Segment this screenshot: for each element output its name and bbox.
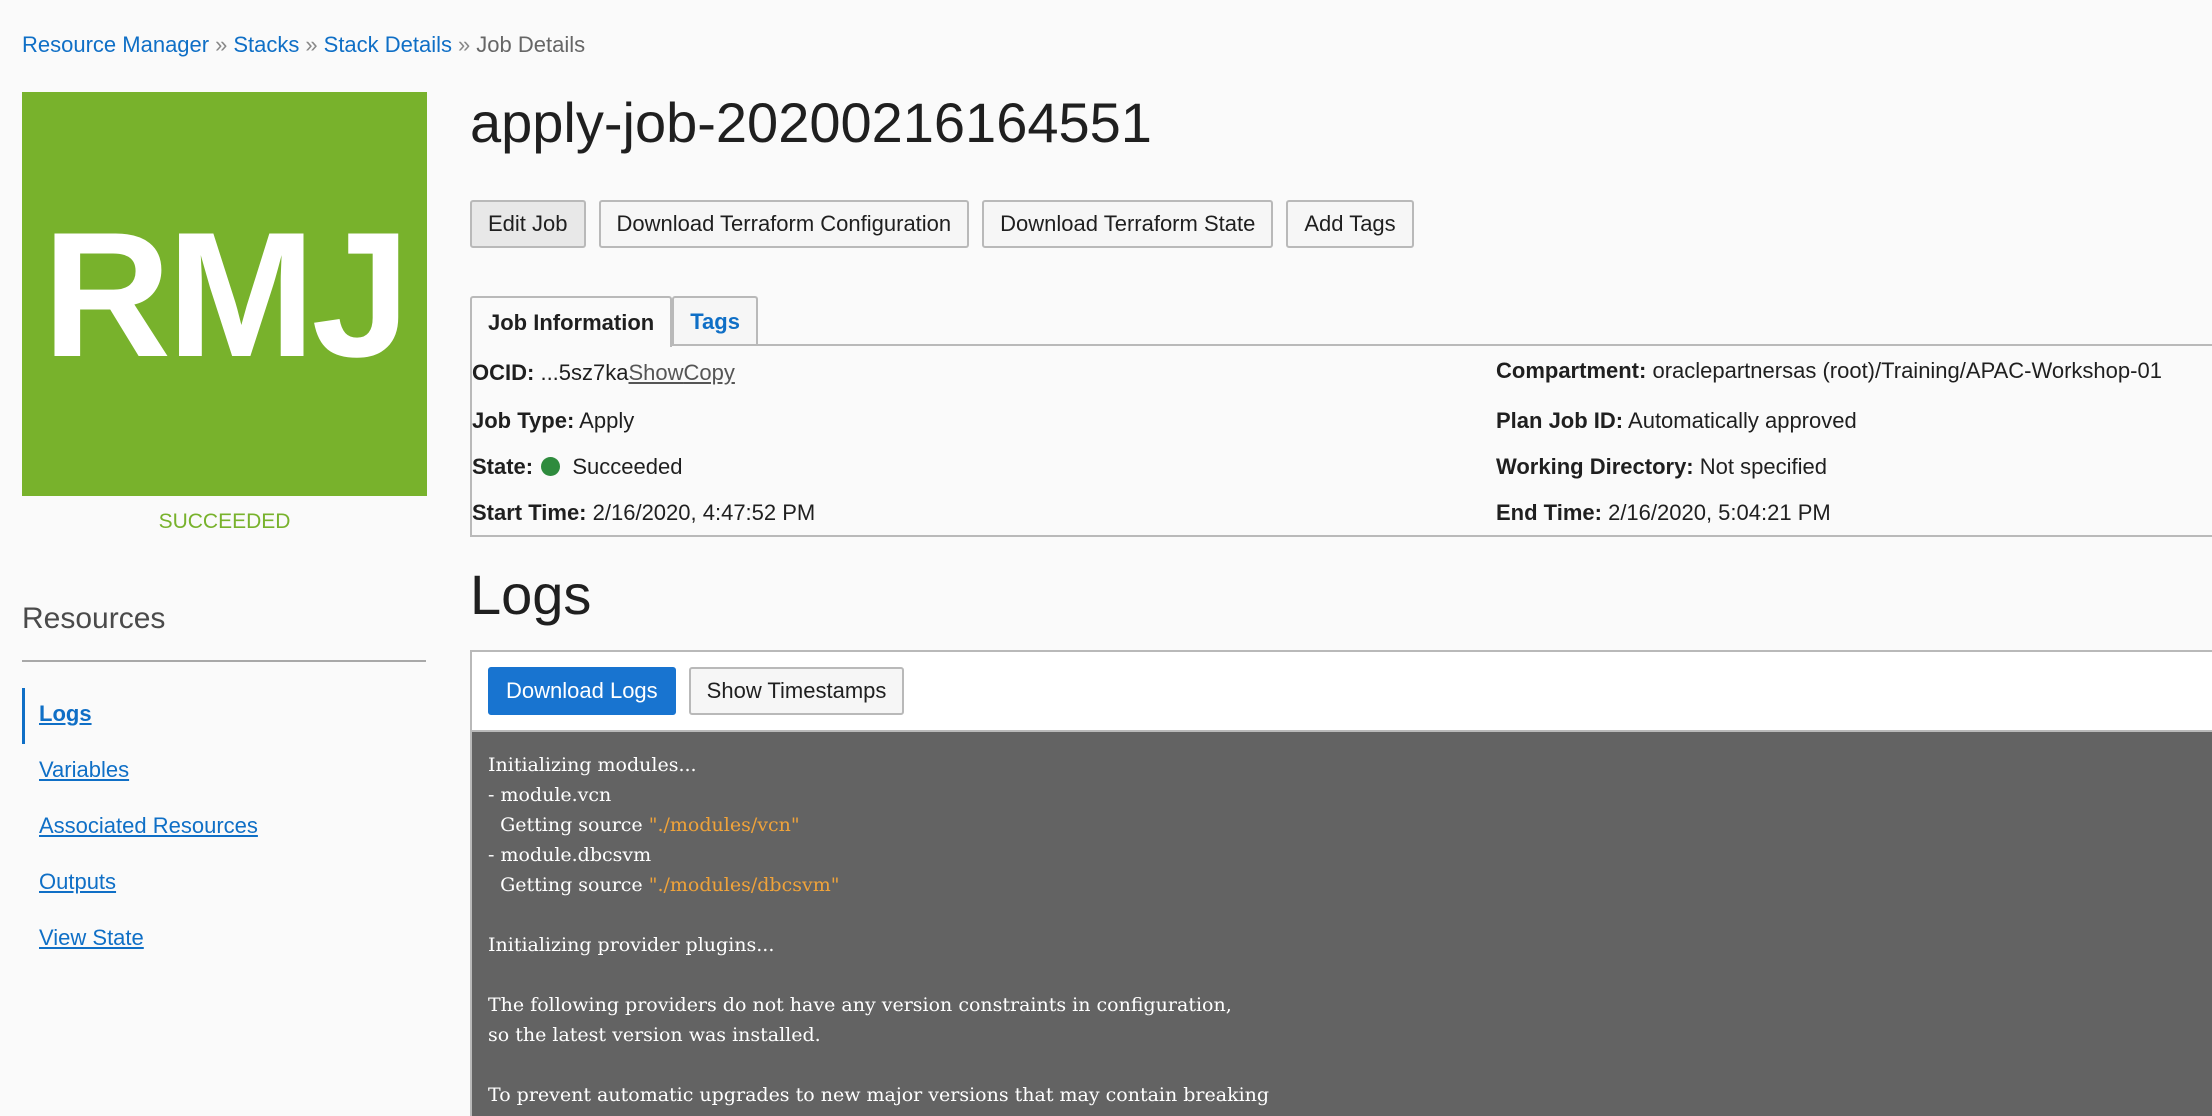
log-line: - module.dbcsvm xyxy=(488,840,2196,870)
log-line-text: To prevent automatic upgrades to new maj… xyxy=(488,1084,1270,1106)
job-type-row: Job Type: Apply xyxy=(472,408,634,434)
job-details-page: Resource Manager» Stacks» Stack Details» Jo… xyxy=(0,0,2212,1116)
log-line-text xyxy=(488,904,494,926)
log-line: Getting source "./modules/dbcsvm" xyxy=(488,870,2196,900)
logs-panel: Download Logs Show Timestamps Initializi… xyxy=(470,650,2212,1116)
plan-job-label: Plan Job ID: xyxy=(1496,408,1624,433)
working-directory-row: Working Directory: Not specified xyxy=(1496,454,1827,480)
breadcrumb-current: Job Details xyxy=(476,32,586,57)
resources-item-variables[interactable]: Variables xyxy=(22,744,426,800)
log-line: Initializing modules... xyxy=(488,750,2196,780)
log-line-text: Initializing modules... xyxy=(488,754,697,776)
compartment-row: Compartment: oraclepartnersas (root)/Tra… xyxy=(1496,358,2162,384)
ocid-copy-link[interactable]: Copy xyxy=(684,360,735,385)
working-directory-value: Not specified xyxy=(1699,454,1827,479)
compartment-label: Compartment: xyxy=(1496,358,1647,383)
resources-nav: Logs Variables Associated Resources Outp… xyxy=(22,688,426,968)
job-tabs: Job Information Tags xyxy=(470,296,758,347)
log-line-text xyxy=(488,964,494,986)
job-type-label: Job Type: xyxy=(472,408,575,433)
log-line-string: "./modules/vcn" xyxy=(648,814,800,836)
log-line: - module.vcn xyxy=(488,780,2196,810)
log-line-text: so the latest version was installed. xyxy=(488,1024,821,1046)
log-line: so the latest version was installed. xyxy=(488,1020,2196,1050)
job-type-value: Apply xyxy=(579,408,635,433)
edit-job-button[interactable]: Edit Job xyxy=(470,200,586,248)
show-timestamps-button[interactable]: Show Timestamps xyxy=(688,667,905,715)
badge-status: SUCCEEDED xyxy=(158,510,291,533)
end-time-value: 2/16/2020, 5:04:21 PM xyxy=(1608,500,1831,525)
tab-tags[interactable]: Tags xyxy=(672,296,758,345)
breadcrumb-separator: » xyxy=(215,32,228,57)
breadcrumb-resource-manager[interactable]: Resource Manager xyxy=(22,32,209,57)
job-badge: RMJ xyxy=(22,92,427,496)
logs-toolbar: Download Logs Show Timestamps xyxy=(472,652,2212,732)
badge-initials: RMJ xyxy=(42,194,411,394)
job-information-panel: OCID: ...5sz7kaShowCopy Job Type: Apply … xyxy=(470,344,2212,537)
log-line xyxy=(488,960,2196,990)
resources-divider xyxy=(22,660,426,662)
logs-title: Logs xyxy=(470,563,592,626)
log-line-string: "./modules/dbcsvm" xyxy=(648,874,840,896)
log-line: To prevent automatic upgrades to new maj… xyxy=(488,1080,2196,1110)
add-tags-button[interactable]: Add Tags xyxy=(1286,200,1414,248)
state-label: State: xyxy=(472,454,534,479)
log-line xyxy=(488,900,2196,930)
download-logs-button[interactable]: Download Logs xyxy=(488,667,676,715)
log-line: The following providers do not have any … xyxy=(488,990,2196,1020)
start-time-row: Start Time: 2/16/2020, 4:47:52 PM xyxy=(472,500,815,526)
download-terraform-state-button[interactable]: Download Terraform State xyxy=(982,200,1274,248)
resources-title: Resources xyxy=(22,602,166,635)
start-time-label: Start Time: xyxy=(472,500,587,525)
breadcrumb: Resource Manager» Stacks» Stack Details» Jo… xyxy=(22,32,585,58)
download-terraform-configuration-button[interactable]: Download Terraform Configuration xyxy=(598,200,970,248)
state-value: Succeeded xyxy=(572,454,683,479)
breadcrumb-stacks[interactable]: Stacks xyxy=(233,32,299,57)
end-time-row: End Time: 2/16/2020, 5:04:21 PM xyxy=(1496,500,1831,526)
plan-job-row: Plan Job ID: Automatically approved xyxy=(1496,408,1857,434)
ocid-value: ...5sz7ka xyxy=(540,360,629,385)
ocid-row: OCID: ...5sz7kaShowCopy xyxy=(472,360,735,386)
resources-item-associated-resources[interactable]: Associated Resources xyxy=(22,800,426,856)
log-output: Initializing modules... - module.vcn Gett… xyxy=(472,732,2212,1116)
log-line-text: - module.vcn xyxy=(488,784,612,806)
resources-item-logs[interactable]: Logs xyxy=(22,688,426,744)
state-indicator-icon xyxy=(541,457,561,476)
job-actions: Edit Job Download Terraform Configuratio… xyxy=(470,200,1427,248)
working-directory-label: Working Directory: xyxy=(1496,454,1694,479)
log-line-text: Initializing provider plugins... xyxy=(488,934,775,956)
log-line-text: Getting source xyxy=(488,814,649,836)
ocid-show-link[interactable]: Show xyxy=(629,360,684,385)
plan-job-value: Automatically approved xyxy=(1628,408,1857,433)
log-line: Getting source "./modules/vcn" xyxy=(488,810,2196,840)
ocid-label: OCID: xyxy=(472,360,535,385)
resources-item-outputs[interactable]: Outputs xyxy=(22,856,426,912)
log-line-text xyxy=(488,1054,494,1076)
log-line-text: The following providers do not have any … xyxy=(488,994,1232,1016)
end-time-label: End Time: xyxy=(1496,500,1602,525)
start-time-value: 2/16/2020, 4:47:52 PM xyxy=(592,500,816,525)
log-line xyxy=(488,1050,2196,1080)
breadcrumb-separator: » xyxy=(305,32,318,57)
log-line-text: Getting source xyxy=(488,874,649,896)
log-line: Initializing provider plugins... xyxy=(488,930,2196,960)
state-row: State: Succeeded xyxy=(472,454,682,480)
breadcrumb-separator: » xyxy=(458,32,471,57)
compartment-value: oraclepartnersas (root)/Training/APAC-Wo… xyxy=(1652,358,2162,383)
page-title: apply-job-20200216164551 xyxy=(470,91,1152,154)
resources-item-view-state[interactable]: View State xyxy=(22,912,426,968)
tab-job-information[interactable]: Job Information xyxy=(470,296,673,347)
breadcrumb-stack-details[interactable]: Stack Details xyxy=(324,32,452,57)
log-line-text: - module.dbcsvm xyxy=(488,844,652,866)
